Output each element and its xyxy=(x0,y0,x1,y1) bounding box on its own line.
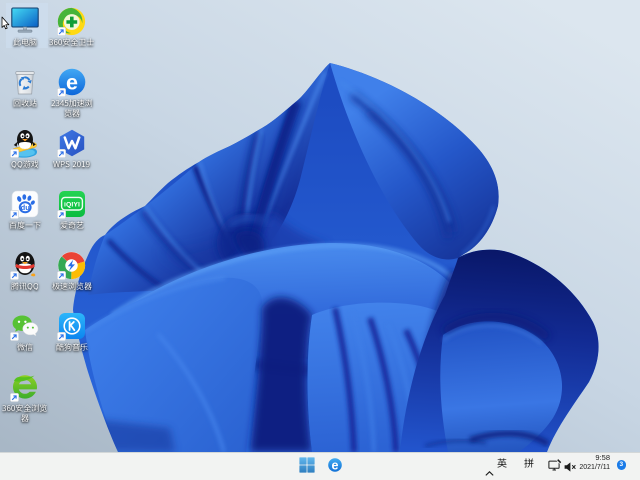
shortcut-arrow-badge xyxy=(9,149,19,158)
edge-logo-letter: e xyxy=(331,458,338,472)
icon-label-360-browser[interactable] xyxy=(0,404,56,424)
shortcut-arrow-badge xyxy=(9,332,19,341)
shortcut-arrow-badge xyxy=(56,271,66,280)
icon-label-line xyxy=(41,160,103,170)
icon-label-line xyxy=(41,38,103,48)
icon-label-line xyxy=(41,343,103,353)
icon-label-kugou-music[interactable] xyxy=(41,343,103,353)
icon-label-line xyxy=(41,99,103,109)
touch-keyboard-icon[interactable] xyxy=(548,457,562,476)
shortcut-arrow-badge xyxy=(56,210,66,219)
shortcut-arrow-badge xyxy=(56,149,66,158)
shortcut-arrow-badge xyxy=(9,393,19,402)
start-button[interactable] xyxy=(299,457,319,477)
baidu-logo-letters: du xyxy=(20,203,30,212)
icon-label-360-safe[interactable] xyxy=(41,38,103,48)
icon-label-line xyxy=(41,282,103,292)
clock-date: 2021/7/11 xyxy=(579,463,610,471)
icon-label-wps-2019[interactable] xyxy=(41,160,103,170)
shortcut-arrow-badge xyxy=(56,332,66,341)
shortcut-arrow-badge xyxy=(56,27,66,36)
edge-browser-button[interactable]: e xyxy=(327,457,348,478)
notification-badge[interactable]: 3 xyxy=(616,460,626,470)
taskbar: e 9:58 2021/7/11 3 xyxy=(0,452,640,480)
iqiyi-logo-letters: iQIYI xyxy=(64,202,80,209)
2345-logo-letter: e xyxy=(66,71,78,95)
icon-label-iqiyi[interactable] xyxy=(41,221,103,231)
icon-label-line xyxy=(41,221,103,231)
desktop-icon-recycle-bin[interactable] xyxy=(11,68,39,96)
icon-label-line xyxy=(0,414,56,424)
volume-muted-icon[interactable] xyxy=(564,459,576,477)
icon-label-2345-browser[interactable] xyxy=(41,99,103,119)
shortcut-arrow-badge xyxy=(9,271,19,280)
desktop-icon-this-pc[interactable] xyxy=(10,7,39,35)
mouse-cursor xyxy=(1,16,10,30)
clock-time: 9:58 xyxy=(595,453,610,462)
wallpaper-windows11-bloom xyxy=(0,0,640,480)
shortcut-arrow-badge xyxy=(56,88,66,97)
icon-label-line xyxy=(0,404,56,414)
shortcut-arrow-badge xyxy=(9,210,19,219)
icon-label-speed-browser[interactable] xyxy=(41,282,103,292)
windows-desktop: e du iQIYI e 9:58 2021/7/11 3 xyxy=(0,0,640,480)
taskbar-clock[interactable]: 9:58 2021/7/11 xyxy=(579,454,610,471)
hidden-icons-chevron[interactable] xyxy=(484,463,494,480)
ime-mode-indicator[interactable] xyxy=(497,457,507,476)
ime-pinyin-indicator[interactable] xyxy=(524,457,534,476)
icon-label-line xyxy=(41,109,103,119)
